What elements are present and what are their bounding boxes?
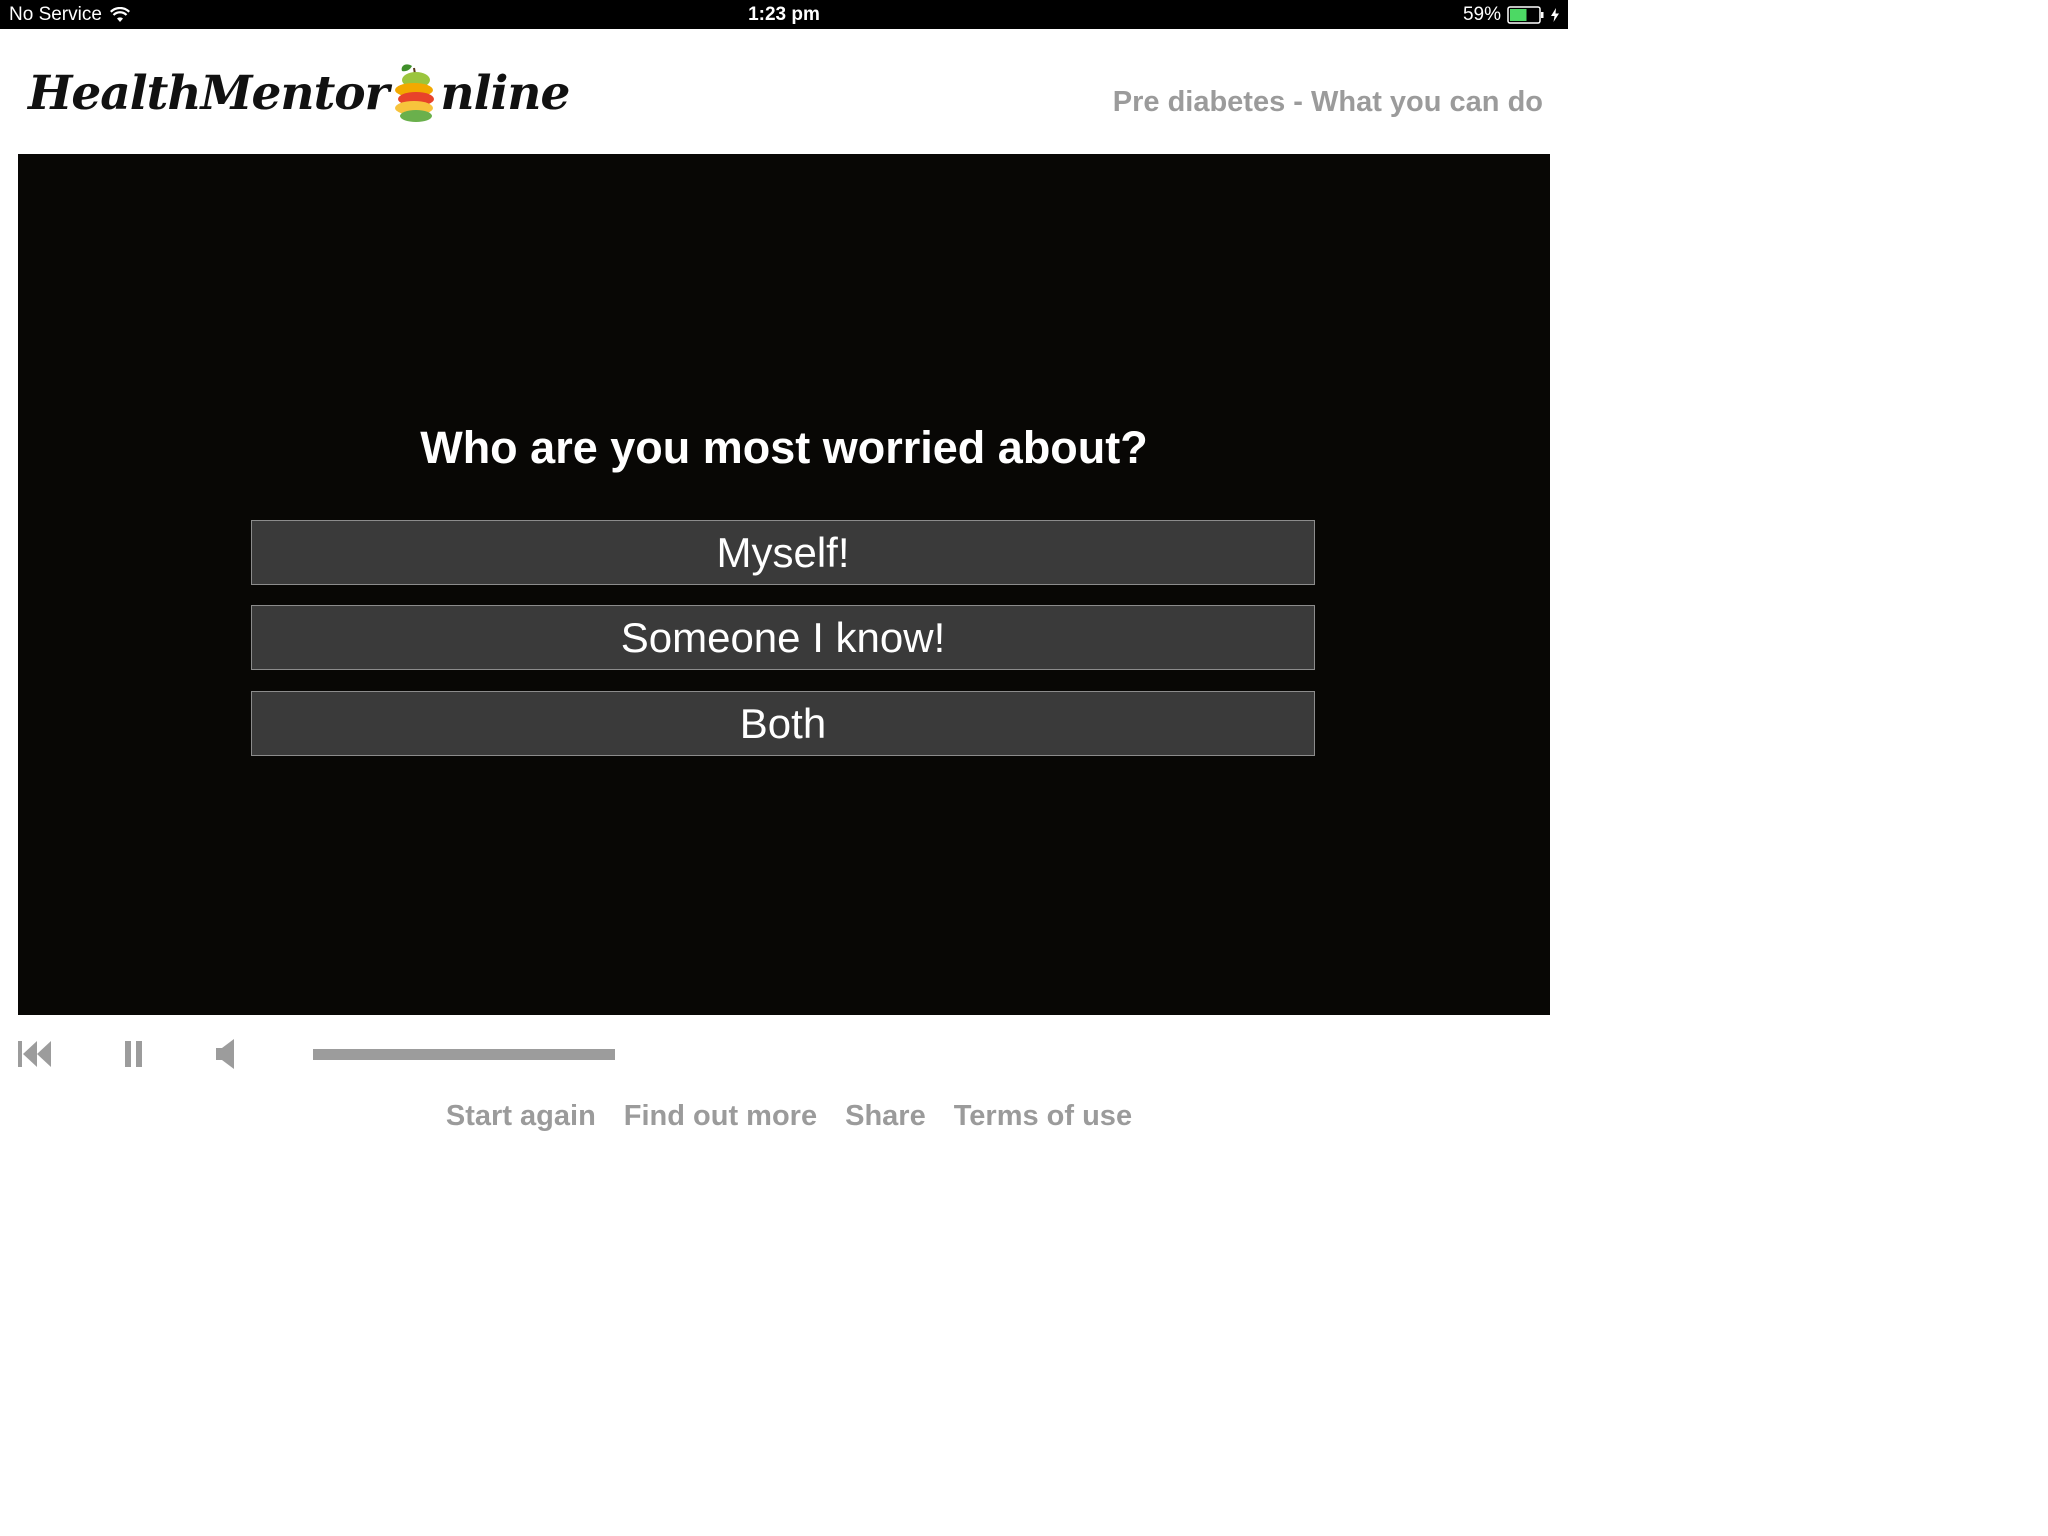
pause-button[interactable] — [124, 1037, 144, 1071]
share-link[interactable]: Share — [845, 1100, 926, 1133]
healthmentor-logo[interactable]: HealthMentor nline — [28, 58, 570, 128]
skip-back-icon — [18, 1041, 51, 1067]
answer-button-myself[interactable]: Myself! — [251, 520, 1315, 585]
status-right: 59% — [1463, 0, 1559, 29]
pause-icon — [125, 1041, 142, 1067]
status-bar: No Service 1:23 pm 59% — [0, 0, 1568, 29]
speaker-icon — [216, 1039, 234, 1069]
logo-text-left: HealthMentor — [28, 65, 389, 121]
start-again-link[interactable]: Start again — [446, 1100, 596, 1133]
footer-links: Start again Find out more Share Terms of… — [0, 1100, 1568, 1133]
answer-button-someone-i-know[interactable]: Someone I know! — [251, 605, 1315, 670]
restart-button[interactable] — [18, 1037, 52, 1071]
status-time: 1:23 pm — [748, 4, 820, 25]
terms-of-use-link[interactable]: Terms of use — [954, 1100, 1132, 1133]
answer-button-both[interactable]: Both — [251, 691, 1315, 756]
volume-button[interactable] — [216, 1037, 236, 1071]
quiz-question: Who are you most worried about? — [420, 422, 1148, 473]
charging-bolt-icon — [1551, 7, 1559, 22]
progress-fill — [313, 1049, 615, 1060]
find-out-more-link[interactable]: Find out more — [624, 1100, 817, 1133]
page-subtitle: Pre diabetes - What you can do — [1112, 86, 1543, 118]
video-stage: Who are you most worried about? Myself! … — [18, 154, 1550, 1015]
battery-percent: 59% — [1462, 4, 1501, 25]
progress-bar[interactable] — [313, 1049, 615, 1060]
fruit-stack-logo-icon — [395, 64, 435, 122]
logo-text-right: nline — [440, 65, 570, 121]
battery-icon — [1507, 5, 1545, 24]
